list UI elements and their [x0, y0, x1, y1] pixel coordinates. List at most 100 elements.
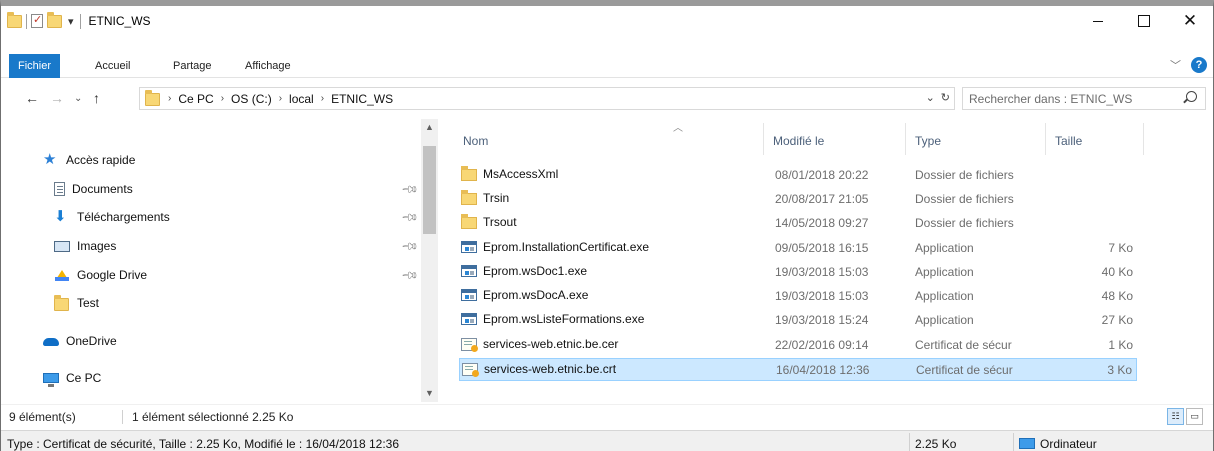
up-arrow-icon[interactable]: ↑: [93, 90, 100, 106]
file-date: 16/04/2018 12:36: [776, 363, 870, 377]
folder-icon: [54, 295, 69, 311]
address-history-icon[interactable]: ⌄: [926, 91, 935, 104]
column-header-type[interactable]: Type: [915, 134, 941, 148]
tab-partage[interactable]: Partage: [163, 54, 222, 78]
file-row[interactable]: services-web.etnic.be.cer 22/02/2016 09:…: [459, 334, 1137, 357]
forward-arrow-icon[interactable]: →: [50, 90, 64, 106]
breadcrumb-local[interactable]: local: [284, 92, 319, 106]
pin-icon[interactable]: 📌︎: [400, 266, 419, 285]
back-arrow-icon[interactable]: ←: [25, 90, 39, 106]
file-row[interactable]: Trsout 14/05/2018 09:27 Dossier de fichi…: [459, 212, 1137, 235]
maximize-button[interactable]: [1121, 6, 1167, 36]
selection-info: 1 élément sélectionné 2.25 Ko: [132, 410, 294, 424]
file-date: 19/03/2018 15:03: [775, 265, 869, 279]
address-bar[interactable]: › Ce PC › OS (C:) › local › ETNIC_WS ⌄ ↻: [139, 87, 955, 110]
recent-locations-icon[interactable]: ⌄: [74, 93, 82, 104]
file-type: Certificat de sécur: [916, 363, 1013, 377]
nav-item-label: Images: [77, 239, 117, 253]
search-box[interactable]: [962, 87, 1206, 110]
close-button[interactable]: ✕: [1167, 6, 1213, 36]
folder-icon: [145, 90, 160, 106]
file-row[interactable]: Trsin 20/08/2017 21:05 Dossier de fichie…: [459, 188, 1137, 211]
tab-affichage[interactable]: Affichage: [235, 54, 301, 78]
properties-icon[interactable]: [31, 13, 43, 28]
chevron-right-icon[interactable]: ›: [166, 93, 173, 104]
star-icon: ★: [43, 151, 57, 168]
large-icons-view-icon[interactable]: ▭: [1186, 408, 1203, 425]
file-row[interactable]: Eprom.wsListeFormations.exe 19/03/2018 1…: [459, 309, 1137, 332]
column-divider[interactable]: [1045, 123, 1046, 155]
search-icon[interactable]: [1186, 91, 1197, 102]
column-header-modifie[interactable]: Modifié le: [773, 134, 824, 148]
scroll-up-icon[interactable]: ▲: [421, 119, 438, 136]
column-divider[interactable]: [905, 123, 906, 155]
status-bar: 9 élément(s) 1 élément sélectionné 2.25 …: [1, 404, 1213, 428]
details-bar: Type : Certificat de sécurité, Taille : …: [1, 430, 1213, 451]
ribbon-right-tools: ﹀ ?: [1170, 57, 1207, 73]
search-input[interactable]: [969, 91, 1174, 106]
scroll-down-icon[interactable]: ▼: [421, 385, 438, 402]
breadcrumb-etnic-ws[interactable]: ETNIC_WS: [326, 92, 398, 106]
navigation-row: ← → ⌄ ↑ › Ce PC › OS (C:) › local › ETNI…: [1, 84, 1213, 114]
nav-item-documents[interactable]: Documents: [54, 177, 133, 201]
pin-icon[interactable]: 📌︎: [400, 208, 419, 227]
minimize-button[interactable]: [1075, 6, 1121, 36]
file-row[interactable]: MsAccessXml 08/01/2018 20:22 Dossier de …: [459, 164, 1137, 187]
chevron-right-icon[interactable]: ›: [319, 93, 326, 104]
nav-quick-access[interactable]: ★ Accès rapide: [43, 148, 135, 172]
application-icon: [461, 313, 477, 325]
file-size: 40 Ko: [1101, 265, 1133, 279]
pin-icon[interactable]: 📌︎: [400, 237, 419, 256]
breadcrumb-ce-pc[interactable]: Ce PC: [173, 92, 218, 106]
file-date: 19/03/2018 15:03: [775, 289, 869, 303]
refresh-icon[interactable]: ↻: [941, 91, 950, 104]
navpane-scrollbar[interactable]: ▲ ▼: [421, 119, 438, 402]
certificate-icon: [462, 362, 479, 377]
breadcrumb-os-c[interactable]: OS (C:): [226, 92, 277, 106]
document-icon: [54, 182, 65, 196]
nav-onedrive[interactable]: OneDrive: [43, 329, 117, 353]
file-type: Certificat de sécur: [915, 338, 1012, 352]
images-icon: [54, 240, 70, 252]
column-divider[interactable]: [1143, 123, 1144, 155]
nav-this-pc[interactable]: Ce PC: [43, 366, 101, 390]
nav-item-images[interactable]: Images: [54, 234, 116, 258]
explorer-window: ▾ ETNIC_WS ✕ Fichier Accueil Partage Aff…: [0, 0, 1214, 451]
new-folder-icon[interactable]: [47, 11, 62, 28]
tab-accueil[interactable]: Accueil: [85, 54, 140, 78]
file-row[interactable]: Eprom.wsDocA.exe 19/03/2018 15:03 Applic…: [459, 285, 1137, 308]
folder-icon: [461, 166, 477, 181]
chevron-right-icon[interactable]: ›: [219, 93, 226, 104]
file-date: 20/08/2017 21:05: [775, 192, 869, 206]
details-view-icon[interactable]: ☷: [1167, 408, 1184, 425]
file-name: MsAccessXml: [483, 167, 559, 181]
column-header-taille[interactable]: Taille: [1055, 134, 1082, 148]
nav-item-google-drive[interactable]: Google Drive: [54, 263, 147, 287]
file-type: Dossier de fichiers: [915, 168, 1014, 182]
nav-item-test[interactable]: Test: [54, 291, 99, 315]
sort-ascending-icon: ︿: [673, 123, 683, 134]
nav-item-label: Téléchargements: [77, 210, 170, 224]
help-icon[interactable]: ?: [1191, 57, 1207, 73]
chevron-right-icon[interactable]: ›: [277, 93, 284, 104]
file-size: 1 Ko: [1108, 338, 1133, 352]
toolbar-separator: [79, 13, 81, 29]
download-icon: [54, 207, 70, 225]
nav-item-label: Accès rapide: [66, 153, 136, 167]
customize-toolbar-icon[interactable]: ▾: [66, 15, 76, 28]
nav-item-label: Google Drive: [77, 268, 148, 282]
nav-item-telechargements[interactable]: Téléchargements: [54, 205, 170, 229]
column-divider[interactable]: [763, 123, 764, 155]
pin-icon[interactable]: 📌︎: [400, 180, 419, 199]
file-row[interactable]: Eprom.InstallationCertificat.exe 09/05/2…: [459, 237, 1137, 260]
folder-icon[interactable]: [7, 11, 22, 28]
scrollbar-thumb[interactable]: [423, 146, 436, 234]
status-separator: [909, 433, 910, 451]
file-row-selected[interactable]: services-web.etnic.be.crt 16/04/2018 12:…: [459, 358, 1137, 381]
expand-ribbon-icon[interactable]: ﹀: [1170, 57, 1181, 73]
column-header-nom[interactable]: Nom: [463, 134, 488, 148]
tab-fichier[interactable]: Fichier: [9, 54, 61, 78]
application-icon: [461, 241, 477, 253]
file-row[interactable]: Eprom.wsDoc1.exe 19/03/2018 15:03 Applic…: [459, 261, 1137, 284]
item-count: 9 élément(s): [9, 410, 76, 424]
